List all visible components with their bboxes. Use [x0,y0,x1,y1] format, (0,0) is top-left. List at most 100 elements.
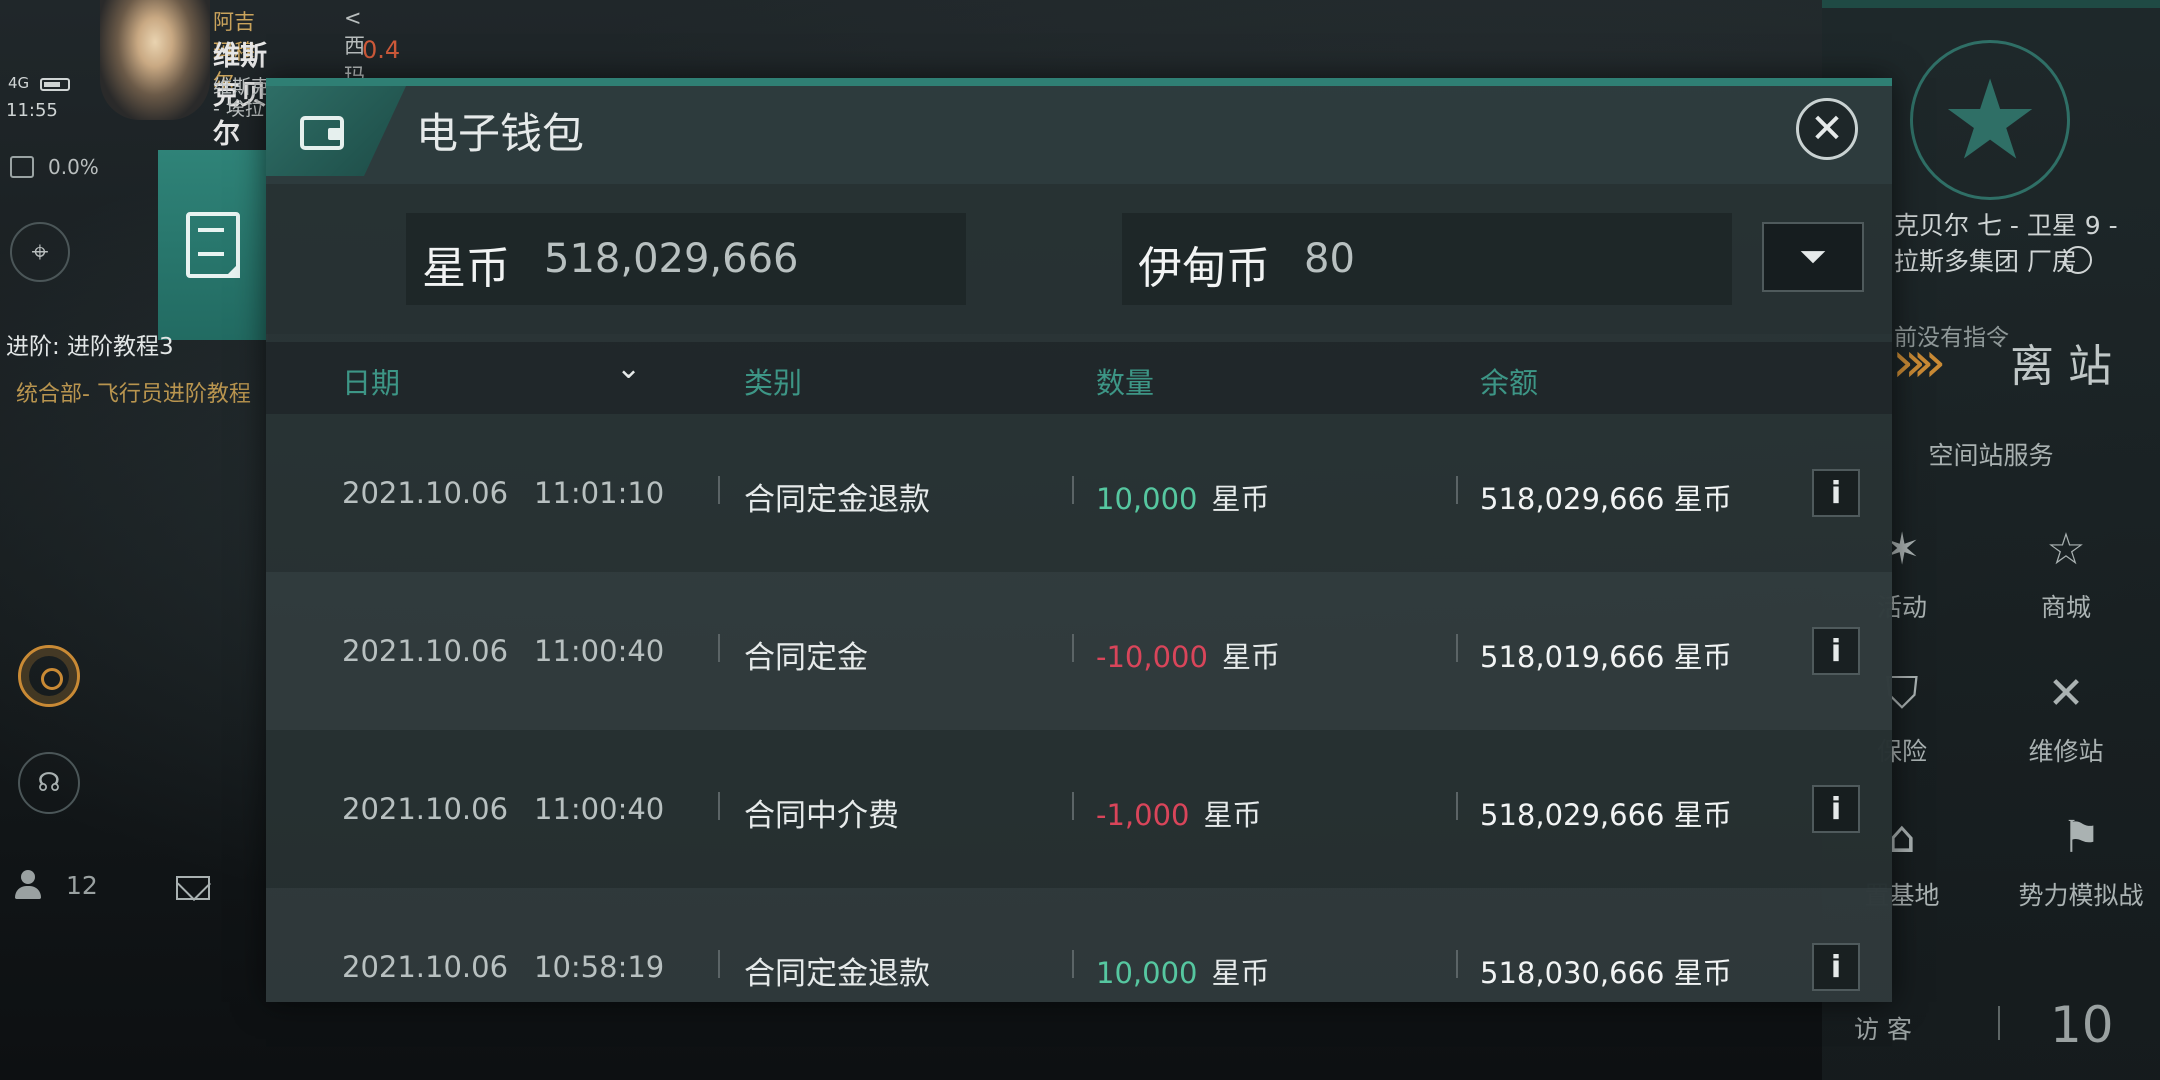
divider [1456,950,1458,978]
location-button[interactable]: ⌖ [10,222,70,282]
divider [1456,634,1458,662]
left-hud: 4G 11:55 阿吉玛穆尔 < 西玛特尔 维斯克贝尔 0.4 维斯克 - 埃拉… [0,0,400,1080]
tx-balance: 518,019,666 星币 [1480,640,1732,674]
tx-amount: 10,000 星币 [1096,956,1270,990]
headset-button[interactable]: ☊ [18,752,80,814]
star-coin-label: 星币 [422,243,510,294]
divider [718,634,720,662]
tx-category: 合同定金 [744,640,868,676]
tx-category: 合同定金退款 [744,956,930,992]
tx-time: 11:00:40 [534,792,665,826]
cargo-indicator[interactable]: 0.0% [10,155,99,179]
history-icon[interactable] [2064,246,2092,274]
wallet-panel: 电子钱包 ✕ 星币 518,029,666 伊甸币 80 ⏷ 日期 ⌄ 类别 数… [266,78,1892,1002]
divider [718,476,720,504]
sub-location: 维斯克 - 埃拉 [213,76,271,120]
info-icon: i [1830,791,1842,827]
tx-amount: -10,000 星币 [1096,640,1280,674]
tx-amount: -1,000 星币 [1096,798,1262,832]
visitors-count[interactable]: 10 [2050,996,2114,1054]
divider [718,792,720,820]
star-coin-value: 518,029,666 [544,236,799,282]
table-row: 2021.10.06 11:00:40 合同中介费 -1,000 星币 518,0… [266,730,1892,888]
headset-icon: ☊ [37,768,61,798]
divider [1072,634,1074,662]
eden-coin-value: 80 [1304,236,1355,282]
table-header [266,342,1892,414]
service-mall[interactable]: ☆ 商城 [2006,520,2126,624]
divider [1456,792,1458,820]
filter-button[interactable]: ⏷ [1762,222,1864,292]
divider [1072,476,1074,504]
task-description[interactable]: 统合部- 飞行员进阶教程 [16,376,251,408]
info-button[interactable]: i [1812,785,1860,833]
table-row: 2021.10.06 10:58:19 合同定金退款 10,000 星币 518,… [266,888,1892,1002]
mall-star-icon: ☆ [2046,524,2086,575]
corp-logo-icon: ★ [1910,40,2070,200]
sort-chevron-down-icon[interactable]: ⌄ [616,354,646,384]
battery-icon [40,78,70,91]
eden-coin-label: 伊甸币 [1138,243,1270,294]
divider [1072,950,1074,978]
close-icon: ✕ [1810,106,1844,152]
divider [1456,476,1458,504]
col-amount: 数量 [1096,366,1155,400]
cargo-percent: 0.0% [48,155,99,179]
security-status: 0.4 [362,36,401,64]
info-button[interactable]: i [1812,943,1860,991]
undock-button[interactable]: 离 站 [2010,330,2112,394]
table-row: 2021.10.06 11:01:10 合同定金退款 10,000 星币 518,… [266,414,1892,572]
tx-time: 10:58:19 [534,950,665,984]
notes-icon [186,212,240,278]
tx-date: 2021.10.06 [342,634,509,668]
tx-balance: 518,030,666 星币 [1480,956,1732,990]
location-icon: ⌖ [31,234,49,270]
target-button[interactable] [18,645,80,707]
repair-icon: ✕ [2047,668,2085,719]
info-button[interactable]: i [1812,469,1860,517]
clock: 11:55 [6,100,58,121]
tx-amount: 10,000 星币 [1096,482,1270,516]
task-title[interactable]: 进阶: 进阶教程3 [6,327,174,361]
tx-date: 2021.10.06 [342,476,509,510]
info-icon: i [1830,475,1842,511]
wallet-icon [300,116,344,150]
service-repair[interactable]: ✕ 维修站 [2006,664,2126,768]
mail-icon[interactable] [176,876,210,900]
notes-button[interactable] [158,150,268,340]
wallet-title: 电子钱包 [416,109,585,158]
col-category: 类别 [744,366,803,400]
character-portrait[interactable] [100,0,210,120]
service-faction-sim[interactable]: ⚑ 势力模拟战 [2006,808,2156,912]
visitors-label: 访 客 [1854,1015,1912,1044]
tx-time: 11:01:10 [534,476,665,510]
info-button[interactable]: i [1812,627,1860,675]
divider [1072,792,1074,820]
local-players[interactable]: 12 [14,870,98,900]
info-icon: i [1830,949,1842,985]
col-balance: 余额 [1480,366,1539,400]
tx-balance: 518,029,666 星币 [1480,482,1732,516]
tx-time: 11:00:40 [534,634,665,668]
player-icon [14,870,42,900]
network-status: 4G [8,74,30,92]
tx-date: 2021.10.06 [342,792,509,826]
cargo-icon [10,156,34,178]
visitors-divider [1998,1006,2000,1040]
crossed-flags-icon: ⚑ [2061,812,2101,863]
players-count: 12 [66,870,98,900]
tx-date: 2021.10.06 [342,950,509,984]
station-name: 克贝尔 七 - 卫星 9 - 拉斯多集团 厂房 [1894,211,2118,276]
undock-arrows-icon[interactable]: »» [1892,330,1946,395]
table-row: 2021.10.06 11:00:40 合同定金 -10,000 星币 518,0… [266,572,1892,730]
right-hud-topline [1822,0,2160,8]
info-icon: i [1830,633,1842,669]
tx-category: 合同定金退款 [744,482,930,518]
close-button[interactable]: ✕ [1796,98,1858,160]
divider [718,950,720,978]
tx-balance: 518,029,666 星币 [1480,798,1732,832]
tx-category: 合同中介费 [744,798,899,834]
col-date[interactable]: 日期 [342,360,400,402]
wallet-topline [266,78,1892,86]
filter-icon: ⏷ [1799,237,1827,277]
